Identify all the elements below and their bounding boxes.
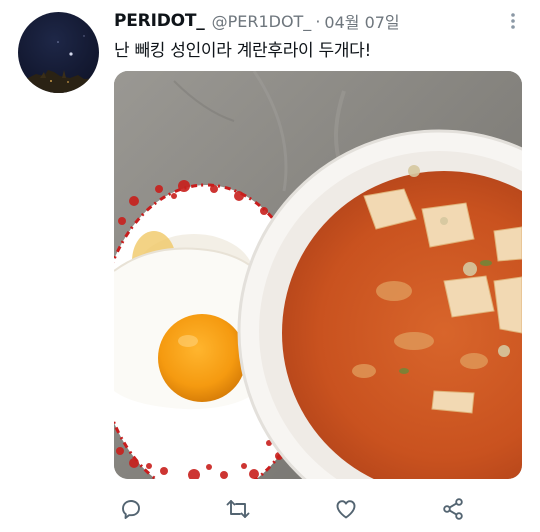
tweet-date[interactable]: 04월 07일: [324, 9, 399, 33]
food-photo: [114, 71, 522, 479]
tweet-photo[interactable]: [114, 71, 522, 479]
more-options-icon[interactable]: [504, 11, 522, 31]
share-icon[interactable]: [436, 492, 470, 526]
retweet-icon[interactable]: [221, 492, 255, 526]
tweet-text: 난 빼킹 성인이라 계란후라이 두개다!: [114, 41, 372, 61]
tweet-header: PERIDOT_ @PER1DOT_ · 04월 07일: [114, 9, 520, 33]
tweet-actions: [114, 492, 470, 526]
night-sky-avatar-icon: [18, 35, 99, 93]
like-icon[interactable]: [329, 492, 363, 526]
user-handle[interactable]: @PER1DOT_: [212, 12, 312, 31]
display-name[interactable]: PERIDOT_: [114, 11, 205, 31]
reply-icon[interactable]: [114, 492, 148, 526]
avatar[interactable]: [18, 12, 99, 93]
separator-dot: ·: [315, 11, 321, 31]
